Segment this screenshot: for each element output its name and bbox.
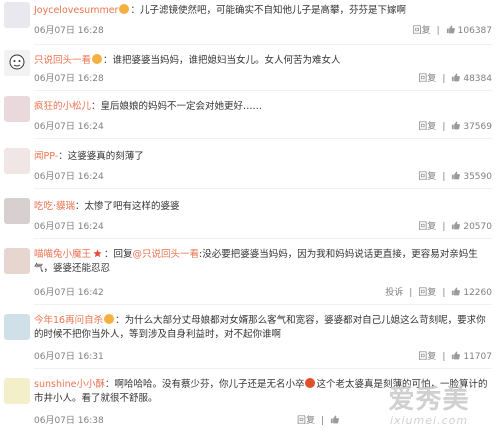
comment-time: 06月07日 16:42 — [34, 288, 104, 298]
reply-button[interactable]: 回复 — [418, 74, 436, 84]
thumbs-up-icon[interactable] — [451, 73, 461, 82]
like-count: 20570 — [463, 222, 492, 232]
thumbs-up-icon[interactable] — [330, 415, 339, 424]
comment-item: Joycelovesummer ：儿子滤镜使然吧，可能确实不自知他儿子是高攀，芬芬… — [0, 0, 500, 46]
emoji-icon — [119, 4, 130, 14]
divider — [34, 138, 492, 139]
thumbs-up-icon[interactable] — [451, 221, 461, 230]
thumbs-up-icon[interactable] — [451, 171, 461, 180]
divider — [34, 304, 492, 305]
like-count: 11707 — [463, 352, 492, 362]
comment-text: ：谁把婆婆当妈妈，谁把媳妇当女儿。女人何苦为难女人 — [103, 55, 341, 66]
reply-button[interactable]: 回复 — [418, 288, 436, 298]
like-count: 12260 — [463, 288, 492, 298]
comment-text: ：啊哈哈哈。没有蔡少芬，你儿子还是无名小卒 — [104, 379, 305, 390]
avatar[interactable] — [4, 378, 30, 404]
avatar-face-icon — [4, 50, 30, 76]
divider — [34, 44, 492, 45]
comment-username[interactable]: sunshine小小酥 — [34, 379, 105, 390]
reply-button[interactable]: 回复 — [418, 222, 436, 232]
reply-mention-link[interactable]: @只说回头一看 — [133, 249, 200, 260]
avatar[interactable] — [4, 148, 30, 174]
avatar[interactable] — [4, 248, 30, 274]
comment-time: 06月07日 16:31 — [34, 352, 104, 362]
comment-username[interactable]: 喵喵兔小魔王 — [34, 249, 91, 260]
comment-username[interactable]: Joycelovesummer — [34, 5, 118, 16]
comment-time: 06月07日 16:24 — [34, 172, 104, 182]
avatar[interactable] — [4, 314, 30, 340]
divider — [34, 238, 492, 239]
angry-emoji-icon — [305, 378, 316, 388]
avatar[interactable] — [4, 50, 30, 76]
divider — [34, 90, 492, 91]
star-icon — [93, 249, 102, 258]
reply-button[interactable]: 回复 — [297, 416, 315, 426]
comment-item: 今年16再问自杀 ：为什么大部分丈母娘都对女婿那么客气和宽容，婆婆都对自己儿媳这么… — [0, 310, 500, 369]
comment-text: ：这婆婆真的刻薄了 — [58, 151, 144, 162]
comment-text: ：儿子滤镜使然吧，可能确实不自知他儿子是高攀，芬芬是下嫁啊 — [130, 5, 406, 16]
comment-username[interactable]: 吃吃·貘瑞 — [34, 201, 75, 212]
emoji-icon — [104, 314, 115, 324]
comment-time: 06月07日 16:24 — [34, 222, 104, 232]
comment-username[interactable]: 闻PP- — [34, 151, 58, 162]
comment-time: 06月07日 16:24 — [34, 122, 104, 132]
comment-item: 喵喵兔小魔王 ：回复@只说回头一看:没必要把婆婆当妈妈，因为我和妈妈说话更直接，更… — [0, 244, 500, 305]
watermark-url: ixiumei.com — [389, 414, 469, 427]
comment-item: 吃吃·貘瑞：太惨了吧有这样的婆婆 06月07日 16:24 回复 | 20570 — [0, 190, 500, 239]
comment-username[interactable]: 只说回头一看 — [34, 55, 91, 66]
reply-button[interactable]: 回复 — [418, 352, 436, 362]
avatar[interactable] — [4, 2, 30, 28]
comment-time: 06月07日 16:28 — [34, 26, 104, 36]
watermark-main: 爱秀美 — [388, 385, 470, 415]
like-count: 48384 — [463, 74, 492, 84]
comment-item: 闻PP-：这婆婆真的刻薄了 06月07日 16:24 回复 | 35590 — [0, 142, 500, 189]
avatar[interactable] — [4, 96, 30, 122]
watermark-logo: 爱秀美 ixiumei.com — [364, 385, 494, 429]
thumbs-up-icon[interactable] — [451, 121, 461, 130]
report-button[interactable]: 投诉 — [385, 288, 403, 298]
comment-item: 只说回头一看 ：谁把婆婆当妈妈，谁把媳妇当女儿。女人何苦为难女人 06月07日 1… — [0, 48, 500, 92]
comment-time: 06月07日 16:38 — [34, 416, 104, 426]
like-count: 106387 — [457, 26, 492, 36]
like-count: 37569 — [463, 122, 492, 132]
avatar[interactable] — [4, 198, 30, 224]
thumbs-up-icon[interactable] — [446, 25, 455, 34]
divider — [34, 188, 492, 189]
thumbs-up-icon[interactable] — [451, 287, 461, 296]
emoji-icon — [92, 54, 103, 64]
reply-button[interactable]: 回复 — [418, 172, 436, 182]
comment-username[interactable]: 今年16再问自杀 — [34, 315, 103, 326]
divider — [34, 368, 492, 369]
like-count: 35590 — [463, 172, 492, 182]
thumbs-up-icon[interactable] — [451, 351, 461, 360]
reply-button[interactable]: 回复 — [418, 122, 436, 132]
comment-item: 疯狂的小松儿：皇后娘娘的妈妈不一定会对她更好…… 06月07日 16:24 回复… — [0, 94, 500, 140]
comment-text: ：太惨了吧有这样的婆婆 — [75, 201, 180, 212]
comment-text: ：皇后娘娘的妈妈不一定会对她更好…… — [91, 101, 263, 112]
comment-text: ：回复 — [104, 249, 133, 260]
comment-time: 06月07日 16:28 — [34, 74, 104, 84]
comment-username[interactable]: 疯狂的小松儿 — [34, 101, 91, 112]
reply-button[interactable]: 回复 — [413, 26, 431, 36]
